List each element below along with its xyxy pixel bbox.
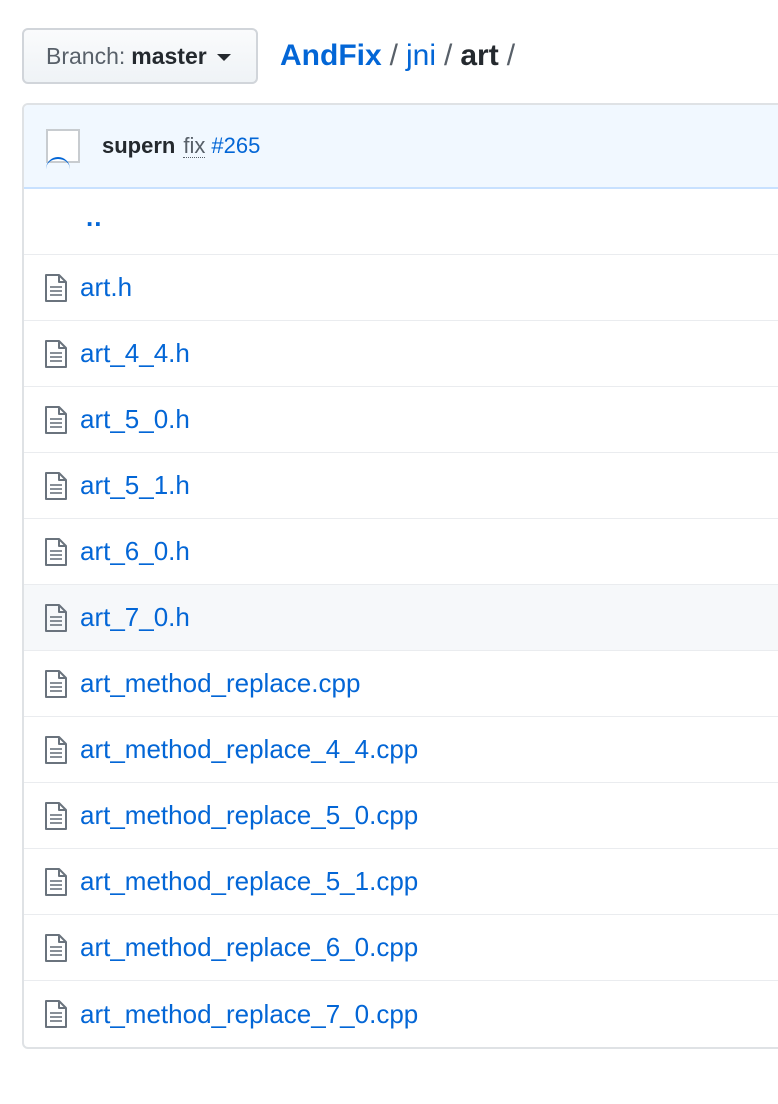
file-link[interactable]: art_7_0.h (80, 602, 190, 633)
repo-toolbar: Branch: master AndFix / jni / art / (22, 28, 523, 84)
file-text-icon (45, 405, 67, 434)
file-row: art_4_4.h (24, 321, 778, 387)
up-directory-link[interactable]: .. (86, 202, 102, 233)
file-row: art_6_0.h (24, 519, 778, 585)
latest-commit-bar: supern fix #265 (24, 105, 778, 189)
file-link[interactable]: art_4_4.h (80, 338, 190, 369)
commit-issue-link[interactable]: #265 (211, 133, 260, 159)
file-link[interactable]: art_method_replace_5_0.cpp (80, 800, 418, 831)
file-link[interactable]: art.h (80, 272, 132, 303)
breadcrumb-repo-link[interactable]: AndFix (280, 39, 382, 73)
file-link[interactable]: art_5_1.h (80, 470, 190, 501)
file-link[interactable]: art_method_replace_5_1.cpp (80, 866, 418, 897)
branch-select-button[interactable]: Branch: master (22, 28, 258, 84)
file-link[interactable]: art_6_0.h (80, 536, 190, 567)
file-text-icon (45, 867, 67, 896)
file-row: art_method_replace_6_0.cpp (24, 915, 778, 981)
up-directory-row: .. (24, 189, 778, 255)
breadcrumb-current: art (460, 39, 499, 72)
breadcrumb-separator: / (444, 39, 453, 72)
breadcrumb-separator: / (389, 39, 399, 72)
file-text-icon (45, 735, 67, 764)
file-row: art_5_1.h (24, 453, 778, 519)
file-row: art_method_replace_5_1.cpp (24, 849, 778, 915)
branch-prefix-label: Branch: (46, 42, 126, 69)
file-link[interactable]: art_method_replace_7_0.cpp (80, 999, 418, 1030)
file-list: supern fix #265 .. art.h art_4_4.h art_5_0… (22, 103, 778, 1049)
file-text-icon (45, 603, 67, 632)
file-text-icon (45, 669, 67, 698)
caret-down-icon (216, 54, 231, 61)
breadcrumb-parent-link[interactable]: jni (406, 39, 436, 73)
file-row: art_7_0.h (24, 585, 778, 651)
file-row: art_5_0.h (24, 387, 778, 453)
file-row: art.h (24, 255, 778, 321)
branch-name: master (131, 42, 207, 69)
file-text-icon (45, 1000, 67, 1028)
breadcrumb: AndFix / jni / art / (280, 39, 523, 73)
file-text-icon (45, 339, 67, 368)
file-text-icon (45, 537, 67, 566)
file-link[interactable]: art_method_replace.cpp (80, 668, 360, 699)
file-row: art_method_replace.cpp (24, 651, 778, 717)
file-link[interactable]: art_method_replace_6_0.cpp (80, 932, 418, 963)
file-row: art_method_replace_5_0.cpp (24, 783, 778, 849)
file-row: art_method_replace_7_0.cpp (24, 981, 778, 1047)
breadcrumb-separator: / (506, 39, 516, 72)
file-link[interactable]: art_method_replace_4_4.cpp (80, 734, 418, 765)
file-row: art_method_replace_4_4.cpp (24, 717, 778, 783)
commit-message-link[interactable]: fix (183, 134, 206, 158)
file-text-icon (45, 933, 67, 962)
commit-author-link[interactable]: supern (102, 133, 175, 159)
file-text-icon (45, 471, 67, 500)
file-link[interactable]: art_5_0.h (80, 404, 190, 435)
file-text-icon (45, 273, 67, 302)
avatar[interactable] (46, 129, 80, 163)
file-text-icon (45, 801, 67, 830)
